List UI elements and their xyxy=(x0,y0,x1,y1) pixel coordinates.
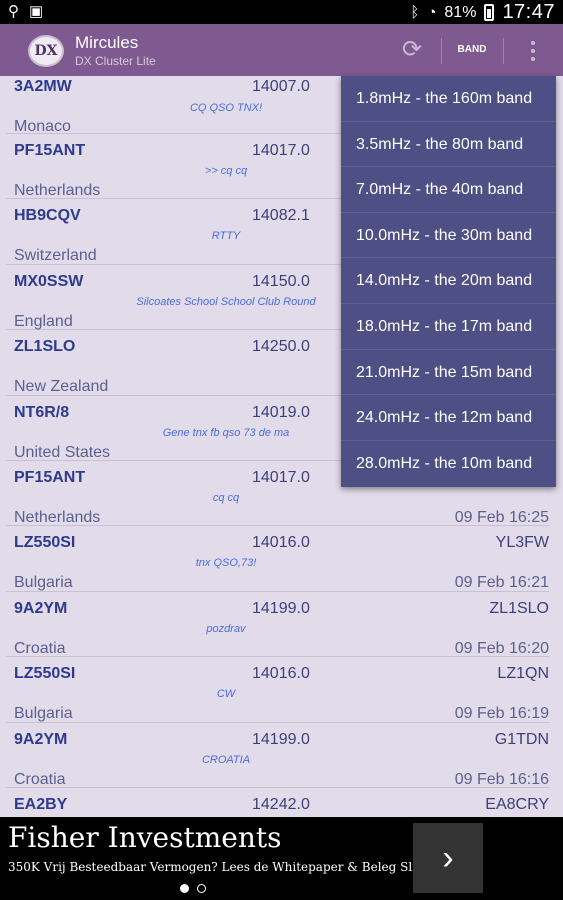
band-button[interactable]: BAND xyxy=(448,39,496,61)
spot-frequency: 14082.1 xyxy=(252,207,310,225)
ad-text[interactable]: 350K Vrij Besteedbaar Vermogen? Lees de … xyxy=(8,860,456,874)
band-menu-item[interactable]: 21.0mHz - the 15m band xyxy=(341,350,556,396)
usb-icon: ⚲ xyxy=(8,3,19,20)
spot-frequency: 14007.0 xyxy=(252,78,310,95)
spot-callsign: PF15ANT xyxy=(14,468,86,486)
spot-row[interactable]: 9A2YM 14199.0 ZL1SLO pozdrav Croatia 09 Feb 1… xyxy=(6,592,549,658)
spot-spotter: G1TDN xyxy=(494,730,549,748)
spot-country: Croatia xyxy=(14,770,66,788)
ad-page-indicator xyxy=(180,884,206,893)
refresh-icon[interactable]: ⟳ xyxy=(392,36,432,66)
spot-comment: pozdrav xyxy=(206,622,246,635)
spot-country: United States xyxy=(14,443,111,461)
page-dot xyxy=(197,884,206,893)
spot-callsign: PF15ANT xyxy=(14,142,86,159)
spot-country: Netherlands xyxy=(14,508,101,526)
spot-comment: Gene tnx fb qso 73 de ma xyxy=(162,426,290,439)
spot-comment: Silcoates School School Club Round xyxy=(136,295,316,308)
spot-frequency: 14199.0 xyxy=(252,730,310,748)
spot-callsign: 9A2YM xyxy=(14,730,68,748)
ad-title[interactable]: Fisher Investments xyxy=(8,821,282,854)
spot-row[interactable]: LZ550SI 14016.0 LZ1QN CW Bulgaria 09 Feb 16:1… xyxy=(6,657,549,723)
spot-spotter: EA8CRY xyxy=(485,795,549,813)
spot-country: Switzerland xyxy=(14,247,97,265)
page-dot-active xyxy=(180,884,189,893)
app-logo[interactable]: DX xyxy=(28,35,64,67)
spot-country: Bulgaria xyxy=(14,574,73,592)
band-menu-item[interactable]: 24.0mHz - the 12m band xyxy=(341,395,556,441)
spot-country: Croatia xyxy=(14,639,66,657)
bluetooth-icon: ᛒ xyxy=(410,3,420,21)
band-menu-item[interactable]: 28.0mHz - the 10m band xyxy=(341,441,556,487)
spot-comment: tnx QSO,73! xyxy=(195,557,257,570)
wifi-icon: ◔ xyxy=(427,3,437,21)
ad-banner[interactable]: Fisher Investments 350K Vrij Besteedbaar… xyxy=(0,817,563,900)
spot-callsign: ZL1SLO xyxy=(14,338,76,356)
spot-callsign: MX0SSW xyxy=(14,272,84,290)
spot-frequency: 14017.0 xyxy=(252,142,310,159)
spot-spotter: LZ1QN xyxy=(497,665,549,683)
ad-arrow-button[interactable]: › xyxy=(413,823,483,893)
spot-callsign: NT6R/8 xyxy=(14,403,70,421)
spot-datetime: 09 Feb 16:25 xyxy=(454,508,549,526)
app-subtitle: DX Cluster Lite xyxy=(75,54,156,68)
spot-callsign: HB9CQV xyxy=(14,207,81,225)
band-menu-item[interactable]: 7.0mHz - the 40m band xyxy=(341,167,556,213)
band-menu-item[interactable]: 14.0mHz - the 20m band xyxy=(341,258,556,304)
spot-frequency: 14199.0 xyxy=(252,599,310,617)
clock: 17:47 xyxy=(502,1,555,23)
spot-callsign: EA2BY xyxy=(14,795,68,813)
battery-percent: 81% xyxy=(444,3,477,21)
spot-country: Netherlands xyxy=(14,182,101,199)
status-bar: ⚲ ▣ ᛒ ◔ 81% 17:47 xyxy=(0,0,563,24)
spot-row[interactable]: EA2BY 14242.0 EA8CRY xyxy=(6,788,549,817)
spot-callsign: LZ550SI xyxy=(14,665,76,683)
spot-frequency: 14016.0 xyxy=(252,665,310,683)
spot-country: England xyxy=(14,312,73,330)
action-bar: DX Mircules DX Cluster Lite ⟳ BAND xyxy=(0,24,563,76)
app-title: Mircules xyxy=(75,33,139,52)
spot-comment: RTTY xyxy=(211,230,241,243)
spot-row[interactable]: 9A2YM 14199.0 G1TDN CROATIA Croatia 09 Feb 16… xyxy=(6,723,549,788)
spot-callsign: LZ550SI xyxy=(14,534,76,552)
spot-country: New Zealand xyxy=(14,378,109,396)
spot-callsign: 9A2YM xyxy=(14,599,68,617)
band-menu-item[interactable]: 1.8mHz - the 160m band xyxy=(341,76,556,122)
download-icon: ▣ xyxy=(29,3,44,20)
spot-frequency: 14250.0 xyxy=(252,338,310,356)
spot-datetime: 09 Feb 16:16 xyxy=(454,770,549,788)
spot-callsign: 3A2MW xyxy=(14,78,72,95)
spot-frequency: 14150.0 xyxy=(252,272,310,290)
spot-frequency: 14242.0 xyxy=(252,795,310,813)
divider xyxy=(441,38,442,64)
spot-frequency: 14017.0 xyxy=(252,468,310,486)
spot-comment: cq cq xyxy=(212,491,240,504)
band-menu-item[interactable]: 18.0mHz - the 17m band xyxy=(341,304,556,350)
band-menu-item[interactable]: 10.0mHz - the 30m band xyxy=(341,213,556,259)
spot-comment: CROATIA xyxy=(201,753,251,766)
band-menu: 1.8mHz - the 160m band 3.5mHz - the 80m b… xyxy=(341,76,556,487)
divider xyxy=(503,38,504,64)
spot-comment: >> cq cq xyxy=(204,165,248,177)
spot-datetime: 09 Feb 16:21 xyxy=(454,574,549,592)
spot-row[interactable]: LZ550SI 14016.0 YL3FW tnx QSO,73! Bulgaria 09… xyxy=(6,526,549,592)
spot-country: Bulgaria xyxy=(14,705,73,723)
overflow-menu-icon[interactable] xyxy=(520,38,546,64)
spot-datetime: 09 Feb 16:19 xyxy=(454,705,549,723)
spot-spotter: YL3FW xyxy=(495,534,549,552)
spot-datetime: 09 Feb 16:20 xyxy=(454,639,549,657)
spot-comment: CQ QSO TNX! xyxy=(189,102,263,114)
spot-comment: CW xyxy=(216,688,236,701)
battery-icon xyxy=(484,4,495,21)
spot-spotter: ZL1SLO xyxy=(489,599,549,617)
spot-frequency: 14019.0 xyxy=(252,403,310,421)
band-menu-item[interactable]: 3.5mHz - the 80m band xyxy=(341,122,556,168)
spot-frequency: 14016.0 xyxy=(252,534,310,552)
